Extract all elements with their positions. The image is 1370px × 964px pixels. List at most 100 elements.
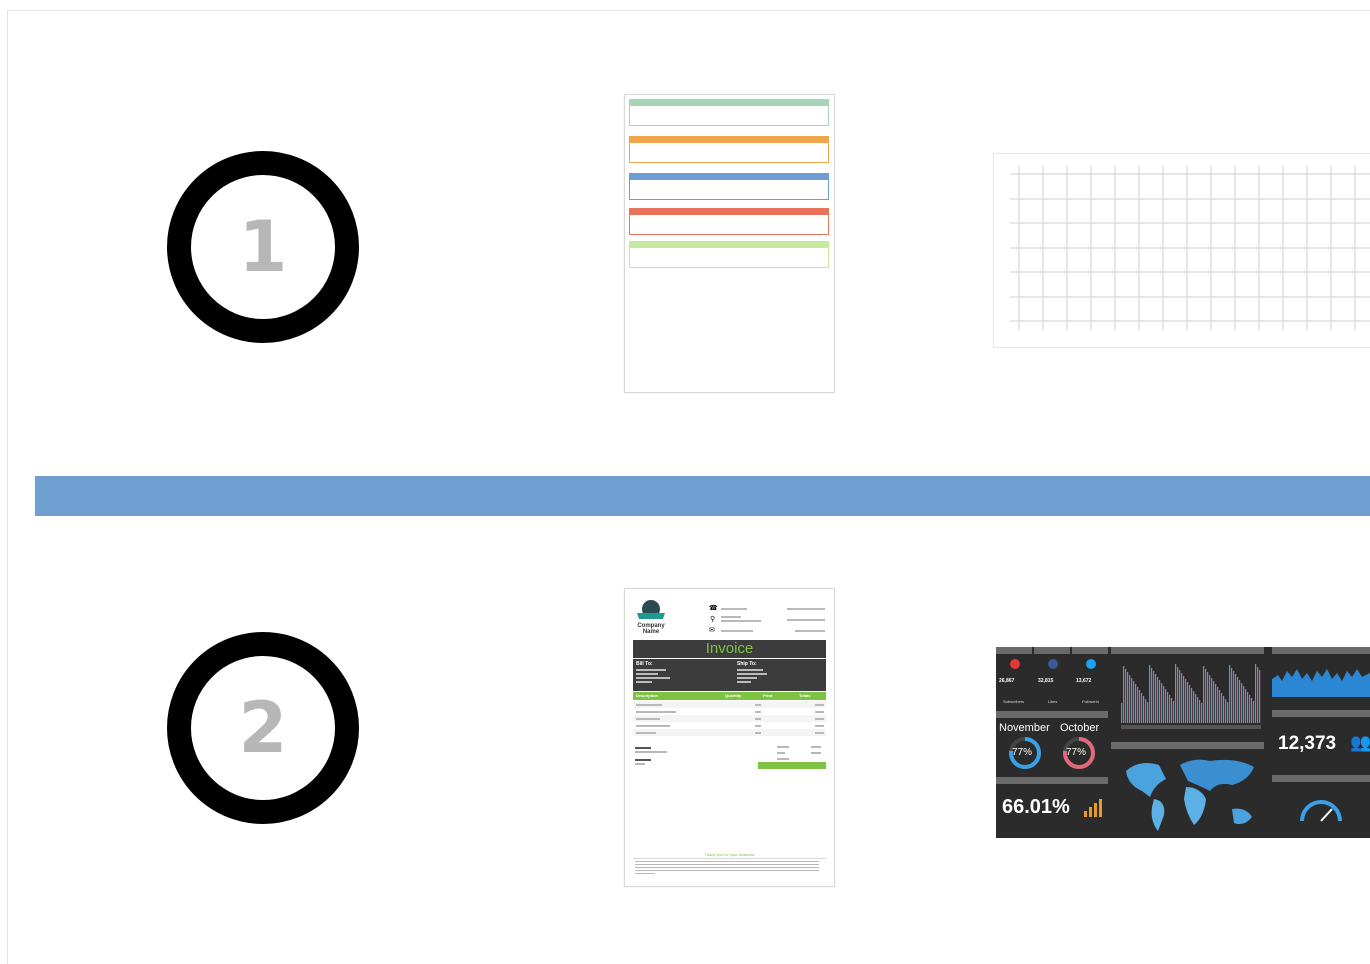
dash-bar — [1229, 665, 1231, 723]
dash-bar — [1221, 693, 1223, 723]
dash-bar — [1167, 692, 1169, 723]
dash-bar — [1183, 676, 1185, 723]
world-map — [1126, 759, 1254, 831]
col-price: Price — [763, 693, 773, 698]
dash-bar — [1207, 672, 1209, 723]
invoice-total-bar — [758, 762, 826, 769]
dash-bar — [1139, 690, 1141, 723]
dash-bar — [1135, 684, 1137, 723]
dash-bar — [1257, 667, 1259, 723]
dash-bar — [1253, 701, 1255, 723]
invoice-template-thumbnail[interactable]: Company Name ☎ ⚲ ✉ Invoice Bill To: Ship… — [624, 588, 835, 887]
ship-to-label: Ship To: — [737, 661, 757, 667]
dash-bar — [1255, 664, 1257, 723]
youtube-count: 26,867 — [999, 678, 1015, 684]
dash-bar — [1215, 684, 1217, 723]
dash-bar — [1181, 673, 1183, 723]
dash-bar — [1129, 675, 1131, 723]
dash-bar — [1151, 668, 1153, 723]
dashboard-template-thumbnail[interactable]: 26,867 32,815 13,672 Subscribers Likes F… — [996, 647, 1370, 838]
bar-chart-icon — [1084, 799, 1102, 817]
company-name-line2: Name — [642, 629, 660, 635]
dash-bar — [1145, 699, 1147, 723]
section-divider — [35, 476, 1370, 516]
dash-bar — [1245, 689, 1247, 723]
dash-bar — [1131, 678, 1133, 723]
people-icon: 👥 — [1350, 733, 1370, 752]
dash-bar — [1247, 692, 1249, 723]
step-1-number: 1 — [238, 206, 288, 288]
step-2-circle: 2 — [167, 632, 359, 824]
dash-bar — [1223, 696, 1225, 723]
dash-bar — [1227, 702, 1229, 723]
bill-to-label: Bill To: — [636, 661, 653, 667]
grid-lines — [1010, 166, 1370, 330]
dash-bar — [1185, 679, 1187, 723]
dash-bar — [1171, 698, 1173, 723]
dash-bar — [1235, 674, 1237, 723]
bill-ship-block: Bill To: Ship To: — [633, 659, 826, 691]
dash-bar — [1237, 677, 1239, 723]
step-1-circle: 1 — [167, 151, 359, 343]
invoice-table-header: Description Quantity Price Totals — [633, 692, 826, 700]
dash-bar — [1209, 675, 1211, 723]
dash-bar — [1165, 689, 1167, 723]
grid-template-thumbnail[interactable] — [993, 153, 1370, 348]
dash-bar — [1233, 671, 1235, 723]
orange-box — [629, 136, 829, 163]
dash-bar — [1123, 666, 1125, 723]
dash-bar — [1191, 688, 1193, 723]
dash-bar — [1225, 699, 1227, 723]
dash-bar — [1159, 680, 1161, 723]
location-icon: ⚲ — [710, 616, 716, 623]
dash-bar — [1179, 670, 1181, 723]
dash-bar — [1177, 667, 1179, 723]
col-description: Description — [636, 693, 659, 698]
dash-bar — [1205, 669, 1207, 723]
bounce-rate: 66.01% — [1002, 796, 1070, 818]
dash-bar — [1127, 672, 1129, 723]
twitter-count: 13,672 — [1076, 678, 1092, 684]
dash-bar — [1143, 696, 1145, 723]
dash-bar — [1193, 691, 1195, 723]
dash-bar — [1213, 681, 1215, 723]
dash-bar — [1155, 674, 1157, 723]
likes-label: Likes — [1048, 699, 1058, 704]
invoice-title: Invoice — [705, 640, 754, 657]
blue-box — [629, 173, 829, 200]
col-totals: Totals — [799, 693, 811, 698]
dash-bar — [1249, 695, 1251, 723]
step-2-number: 2 — [238, 687, 288, 769]
facebook-icon — [1048, 659, 1058, 669]
area-chart-panel — [1272, 669, 1370, 697]
invoice-title-bar: Invoice — [633, 640, 826, 658]
dash-bar — [1133, 681, 1135, 723]
dash-bar — [1173, 701, 1175, 723]
dash-bar — [1243, 686, 1245, 723]
dash-bar — [1199, 700, 1201, 723]
phone-icon: ☎ — [709, 605, 718, 612]
email-icon: ✉ — [709, 627, 715, 634]
dash-bar — [1121, 703, 1123, 723]
dash-bar — [1231, 668, 1233, 723]
dash-bar — [1187, 682, 1189, 723]
dash-bar — [1189, 685, 1191, 723]
month-october: October — [1060, 722, 1100, 734]
subscribers-label: Subscribers — [1003, 699, 1025, 704]
bar-chart-panel — [1111, 655, 1264, 735]
dash-bar — [1211, 678, 1213, 723]
col-quantity: Quantity — [725, 693, 742, 698]
dash-bar — [1175, 664, 1177, 723]
october-pct: 77% — [1066, 747, 1087, 758]
november-pct: 77% — [1012, 747, 1033, 758]
dash-bar — [1169, 695, 1171, 723]
dash-bar — [1141, 693, 1143, 723]
colored-boxes-template-thumbnail[interactable] — [624, 94, 835, 393]
dash-bar — [1241, 683, 1243, 723]
followers-label: Followers — [1082, 699, 1100, 704]
dash-bar — [1219, 690, 1221, 723]
dash-bar — [1239, 680, 1241, 723]
twitter-icon — [1086, 659, 1096, 669]
red-box — [629, 208, 829, 235]
youtube-icon — [1010, 659, 1020, 669]
